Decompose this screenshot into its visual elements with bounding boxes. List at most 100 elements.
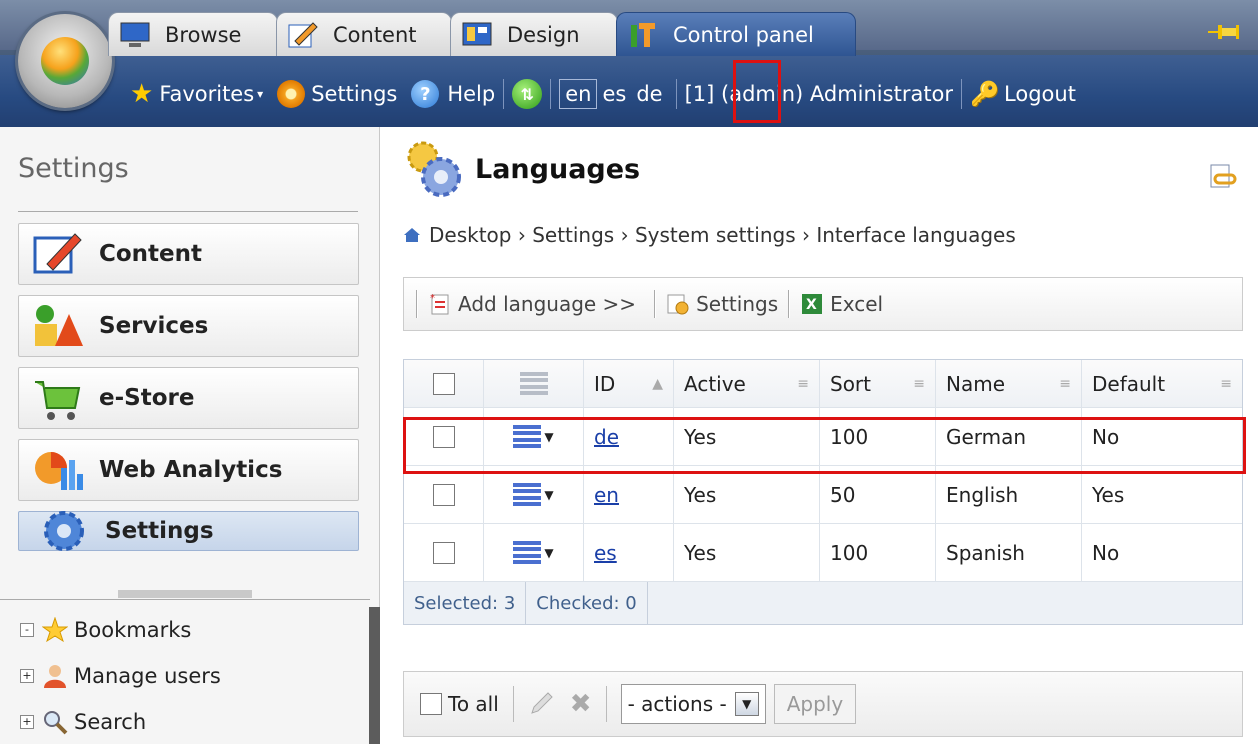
- row-actions-menu[interactable]: ▼: [484, 524, 584, 581]
- grid-footer: Selected: 3 Checked: 0: [404, 582, 1242, 624]
- help-icon: ?: [411, 80, 440, 108]
- tab-browse[interactable]: Browse: [108, 12, 278, 56]
- svg-text:X: X: [806, 297, 817, 313]
- sort-asc-icon: ▲: [652, 375, 663, 392]
- left-button-content[interactable]: Content: [18, 223, 359, 285]
- row-name: English: [936, 466, 1082, 523]
- shapes-icon: [35, 305, 83, 346]
- row-name: Spanish: [936, 524, 1082, 581]
- pencil-icon[interactable]: [528, 691, 554, 717]
- row-checkbox[interactable]: [432, 483, 455, 506]
- search-icon: [44, 711, 68, 735]
- add-icon: *: [430, 293, 449, 315]
- page-header: Languages: [401, 139, 640, 199]
- row-actions-menu[interactable]: ▼: [484, 466, 584, 523]
- grid-header-row: ID ▲ Active ≡ Sort ≡ Name ≡ Default ≡: [404, 360, 1242, 408]
- design-icon: [462, 22, 492, 45]
- expand-icon[interactable]: +: [20, 669, 34, 683]
- sync-icon[interactable]: ⇅: [512, 79, 543, 109]
- table-row: ▼ en Yes 50 English Yes: [404, 466, 1242, 524]
- star-icon: [42, 617, 68, 643]
- monitor-icon: [120, 22, 150, 47]
- grid-toolbar: * Add language >> Settings X Excel: [403, 277, 1243, 331]
- gear-icon: [277, 80, 306, 108]
- left-panel-title: Settings: [18, 153, 129, 184]
- current-user[interactable]: [1] (admin) Administrator: [685, 82, 953, 106]
- menu-icon: [519, 371, 548, 396]
- header-name[interactable]: Name ≡: [936, 360, 1082, 407]
- breadcrumb: Desktop › Settings › System settings › I…: [403, 223, 1016, 247]
- home-icon[interactable]: [403, 227, 421, 243]
- left-panel: Settings Content Services e-Store Web An…: [0, 127, 380, 744]
- cart-icon: [35, 381, 81, 420]
- column-menu-icon[interactable]: ≡: [797, 376, 809, 392]
- settings-link[interactable]: Settings: [277, 80, 397, 108]
- column-menu-icon[interactable]: ≡: [1059, 376, 1071, 392]
- help-link[interactable]: ? Help: [411, 80, 495, 108]
- row-id-link[interactable]: en: [594, 483, 619, 507]
- star-icon: ★: [130, 79, 154, 109]
- chevron-down-icon: ▼: [544, 545, 554, 560]
- expand-icon[interactable]: +: [20, 715, 34, 729]
- selected-count: Selected: 3: [404, 582, 527, 624]
- chart-icon: [35, 452, 83, 490]
- chevron-down-icon: ▾: [257, 87, 264, 101]
- delete-icon[interactable]: ✖: [570, 689, 592, 719]
- left-button-web-analytics[interactable]: Web Analytics: [18, 439, 359, 501]
- to-all-label: To all: [448, 692, 499, 716]
- edit-icon: [288, 21, 318, 47]
- tree-item-bookmarks[interactable]: - Bookmarks: [20, 617, 191, 643]
- column-menu-icon[interactable]: ≡: [1220, 376, 1232, 392]
- favorites-menu[interactable]: ★ Favorites ▾: [130, 79, 263, 109]
- row-sort: 100: [820, 524, 936, 581]
- tab-design[interactable]: Design: [450, 12, 618, 56]
- row-active: Yes: [674, 466, 820, 523]
- main-menu-orb-button[interactable]: [18, 14, 112, 108]
- tools-icon: [631, 22, 655, 47]
- lang-en[interactable]: en: [559, 79, 598, 109]
- settings-button[interactable]: Settings: [696, 292, 778, 316]
- row-sort: 50: [820, 466, 936, 523]
- toolbar-nav: ★ Favorites ▾ Settings ? Help ⇅ en es de [1…: [130, 74, 1076, 114]
- to-all-checkbox[interactable]: [420, 693, 442, 715]
- lang-de[interactable]: de: [631, 80, 667, 108]
- scrollbar[interactable]: [369, 607, 380, 744]
- row-id-link[interactable]: es: [594, 541, 617, 565]
- add-language-button[interactable]: Add language >>: [458, 292, 636, 316]
- pin-icon[interactable]: [1208, 22, 1240, 42]
- menu-icon: [513, 482, 542, 507]
- chevron-down-icon: ▼: [734, 692, 759, 716]
- tree-item-manage-users[interactable]: + Manage users: [20, 663, 221, 689]
- lang-es[interactable]: es: [597, 80, 631, 108]
- edit-icon: [33, 233, 82, 274]
- actions-select[interactable]: - actions - ▼: [620, 684, 766, 724]
- tab-control-panel[interactable]: Control panel: [616, 12, 856, 56]
- link-icon[interactable]: [1207, 163, 1237, 189]
- svg-text:*: *: [430, 293, 435, 304]
- left-button-settings[interactable]: Settings: [18, 511, 359, 551]
- header-active[interactable]: Active ≡: [674, 360, 820, 407]
- column-menu-icon[interactable]: ≡: [913, 376, 925, 392]
- excel-icon: X: [802, 294, 823, 314]
- table-row: ▼ es Yes 100 Spanish No: [404, 524, 1242, 582]
- chevron-down-icon: ▼: [544, 487, 554, 502]
- logout-link[interactable]: 🔑 Logout: [970, 80, 1076, 108]
- excel-button[interactable]: Excel: [830, 292, 883, 316]
- panel-splitter[interactable]: [118, 590, 252, 598]
- left-button-estore[interactable]: e-Store: [18, 367, 359, 429]
- left-button-services[interactable]: Services: [18, 295, 359, 357]
- tab-content[interactable]: Content: [276, 12, 452, 56]
- row-default: No: [1092, 540, 1120, 565]
- row-default: Yes: [1092, 482, 1125, 507]
- row-active: Yes: [674, 524, 820, 581]
- user-icon: [44, 665, 66, 688]
- row-checkbox[interactable]: [432, 541, 455, 564]
- tree-item-search[interactable]: + Search: [20, 709, 146, 735]
- select-all-checkbox[interactable]: [432, 372, 455, 395]
- header-default[interactable]: Default ≡: [1082, 360, 1242, 407]
- header-id[interactable]: ID ▲: [584, 360, 674, 407]
- highlight-row-de: [403, 417, 1246, 474]
- collapse-icon[interactable]: -: [20, 623, 34, 637]
- apply-button[interactable]: Apply: [773, 684, 857, 724]
- header-sort[interactable]: Sort ≡: [820, 360, 936, 407]
